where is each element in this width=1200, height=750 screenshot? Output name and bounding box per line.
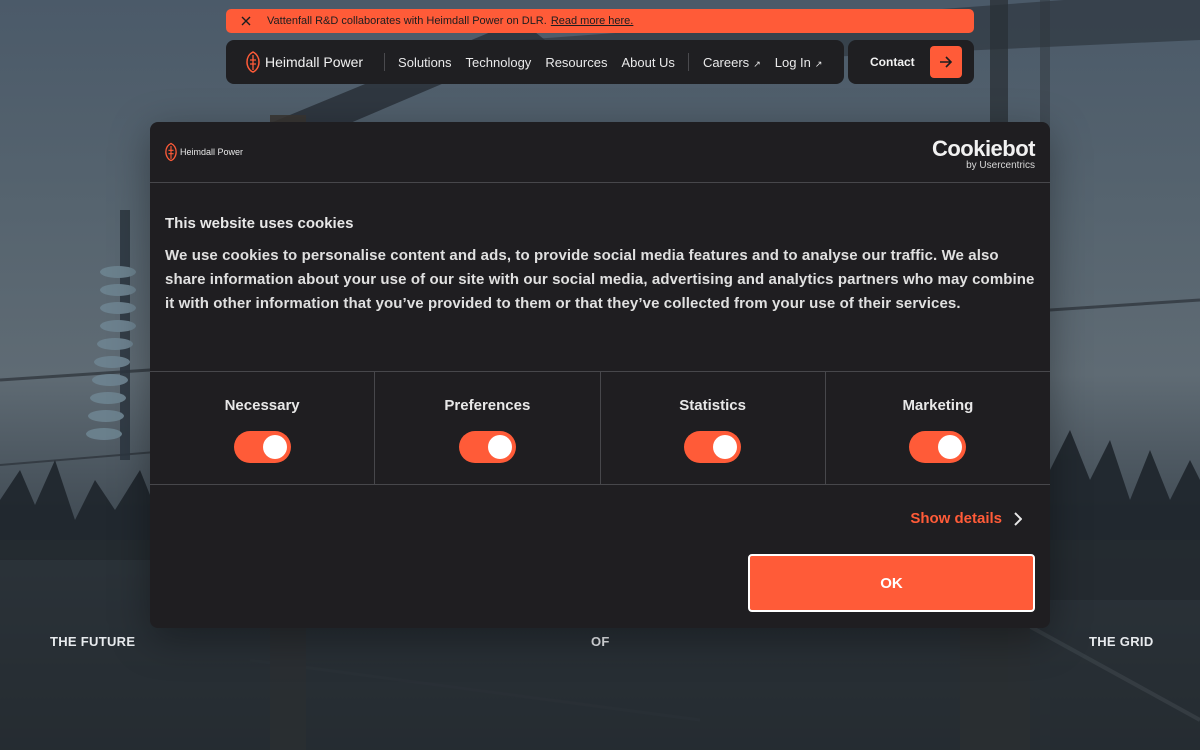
toggle-knob bbox=[938, 435, 963, 459]
brand-logo[interactable]: Heimdall Power bbox=[246, 51, 363, 73]
show-details-label: Show details bbox=[910, 510, 1002, 527]
cookiebot-subtitle: by Usercentrics bbox=[966, 159, 1035, 171]
dialog-title: This website uses cookies bbox=[165, 215, 354, 232]
nav-item-careers[interactable]: Careers ↗ bbox=[703, 55, 761, 70]
chevron-right-icon bbox=[1014, 511, 1022, 526]
category-label: Marketing bbox=[902, 397, 974, 414]
external-arrow-icon: ↗ bbox=[753, 58, 761, 69]
toggle-knob bbox=[487, 435, 512, 459]
show-details-link[interactable]: Show details bbox=[910, 510, 1022, 527]
heimdall-logo-icon bbox=[246, 51, 260, 73]
dialog-brand-name: Heimdall Power bbox=[180, 147, 244, 157]
nav-divider bbox=[384, 53, 386, 71]
category-preferences: Preferences bbox=[375, 372, 601, 484]
announcement-link[interactable]: Read more here. bbox=[551, 15, 634, 27]
arrow-right-icon bbox=[940, 56, 953, 68]
category-marketing: Marketing bbox=[826, 372, 1050, 484]
announcement-text: Vattenfall R&D collaborates with Heimdal… bbox=[267, 15, 547, 27]
close-icon[interactable] bbox=[226, 9, 266, 33]
statistics-toggle[interactable] bbox=[684, 431, 742, 463]
nav-item-about-us[interactable]: About Us bbox=[621, 55, 674, 70]
nav-item-login[interactable]: Log In ↗ bbox=[775, 55, 823, 70]
category-label: Statistics bbox=[679, 397, 746, 414]
contact-link[interactable]: Contact bbox=[870, 55, 915, 69]
marketing-toggle[interactable] bbox=[909, 431, 967, 463]
external-arrow-icon: ↗ bbox=[814, 58, 823, 69]
consent-categories: Necessary Preferences Statistics Marketi… bbox=[150, 371, 1050, 485]
nav-item-resources[interactable]: Resources bbox=[545, 55, 607, 70]
preferences-toggle[interactable] bbox=[458, 431, 516, 463]
category-label: Preferences bbox=[444, 397, 531, 414]
category-statistics: Statistics bbox=[601, 372, 826, 484]
brand-name: Heimdall Power bbox=[265, 54, 364, 70]
dialog-description: We use cookies to personalise content an… bbox=[165, 247, 1035, 312]
nav-item-careers-label: Careers bbox=[702, 54, 750, 70]
contact-arrow-button[interactable] bbox=[930, 46, 962, 78]
ok-button[interactable]: OK bbox=[748, 554, 1035, 612]
main-nav: Heimdall Power Solutions Technology Reso… bbox=[226, 40, 844, 84]
heimdall-logo-icon bbox=[165, 142, 177, 162]
cookiebot-logo[interactable]: Cookiebot by Usercentrics bbox=[931, 135, 1036, 171]
hero-text-right: THE GRID bbox=[1089, 634, 1154, 649]
toggle-knob bbox=[713, 435, 738, 459]
nav-item-login-label: Log In bbox=[774, 54, 811, 70]
toggle-knob bbox=[262, 435, 287, 459]
category-necessary: Necessary bbox=[150, 372, 376, 484]
hero-text-left: THE FUTURE bbox=[50, 634, 136, 649]
contact-panel: Contact bbox=[848, 40, 974, 84]
nav-item-technology[interactable]: Technology bbox=[466, 55, 532, 70]
dialog-brand-logo: Heimdall Power bbox=[165, 141, 243, 163]
cookie-consent-dialog: Heimdall Power Cookiebot by Usercentrics… bbox=[150, 122, 1050, 628]
dialog-body: This website uses cookies We use cookies… bbox=[150, 183, 1050, 371]
nav-divider bbox=[687, 53, 689, 71]
necessary-toggle[interactable] bbox=[233, 431, 291, 463]
category-label: Necessary bbox=[224, 397, 300, 414]
announcement-bar: Vattenfall R&D collaborates with Heimdal… bbox=[226, 9, 974, 33]
cookiebot-name: Cookiebot bbox=[931, 135, 1036, 161]
dialog-header: Heimdall Power Cookiebot by Usercentrics bbox=[150, 122, 1050, 183]
nav-item-solutions[interactable]: Solutions bbox=[398, 55, 451, 70]
hero-text-middle: OF bbox=[591, 634, 610, 649]
